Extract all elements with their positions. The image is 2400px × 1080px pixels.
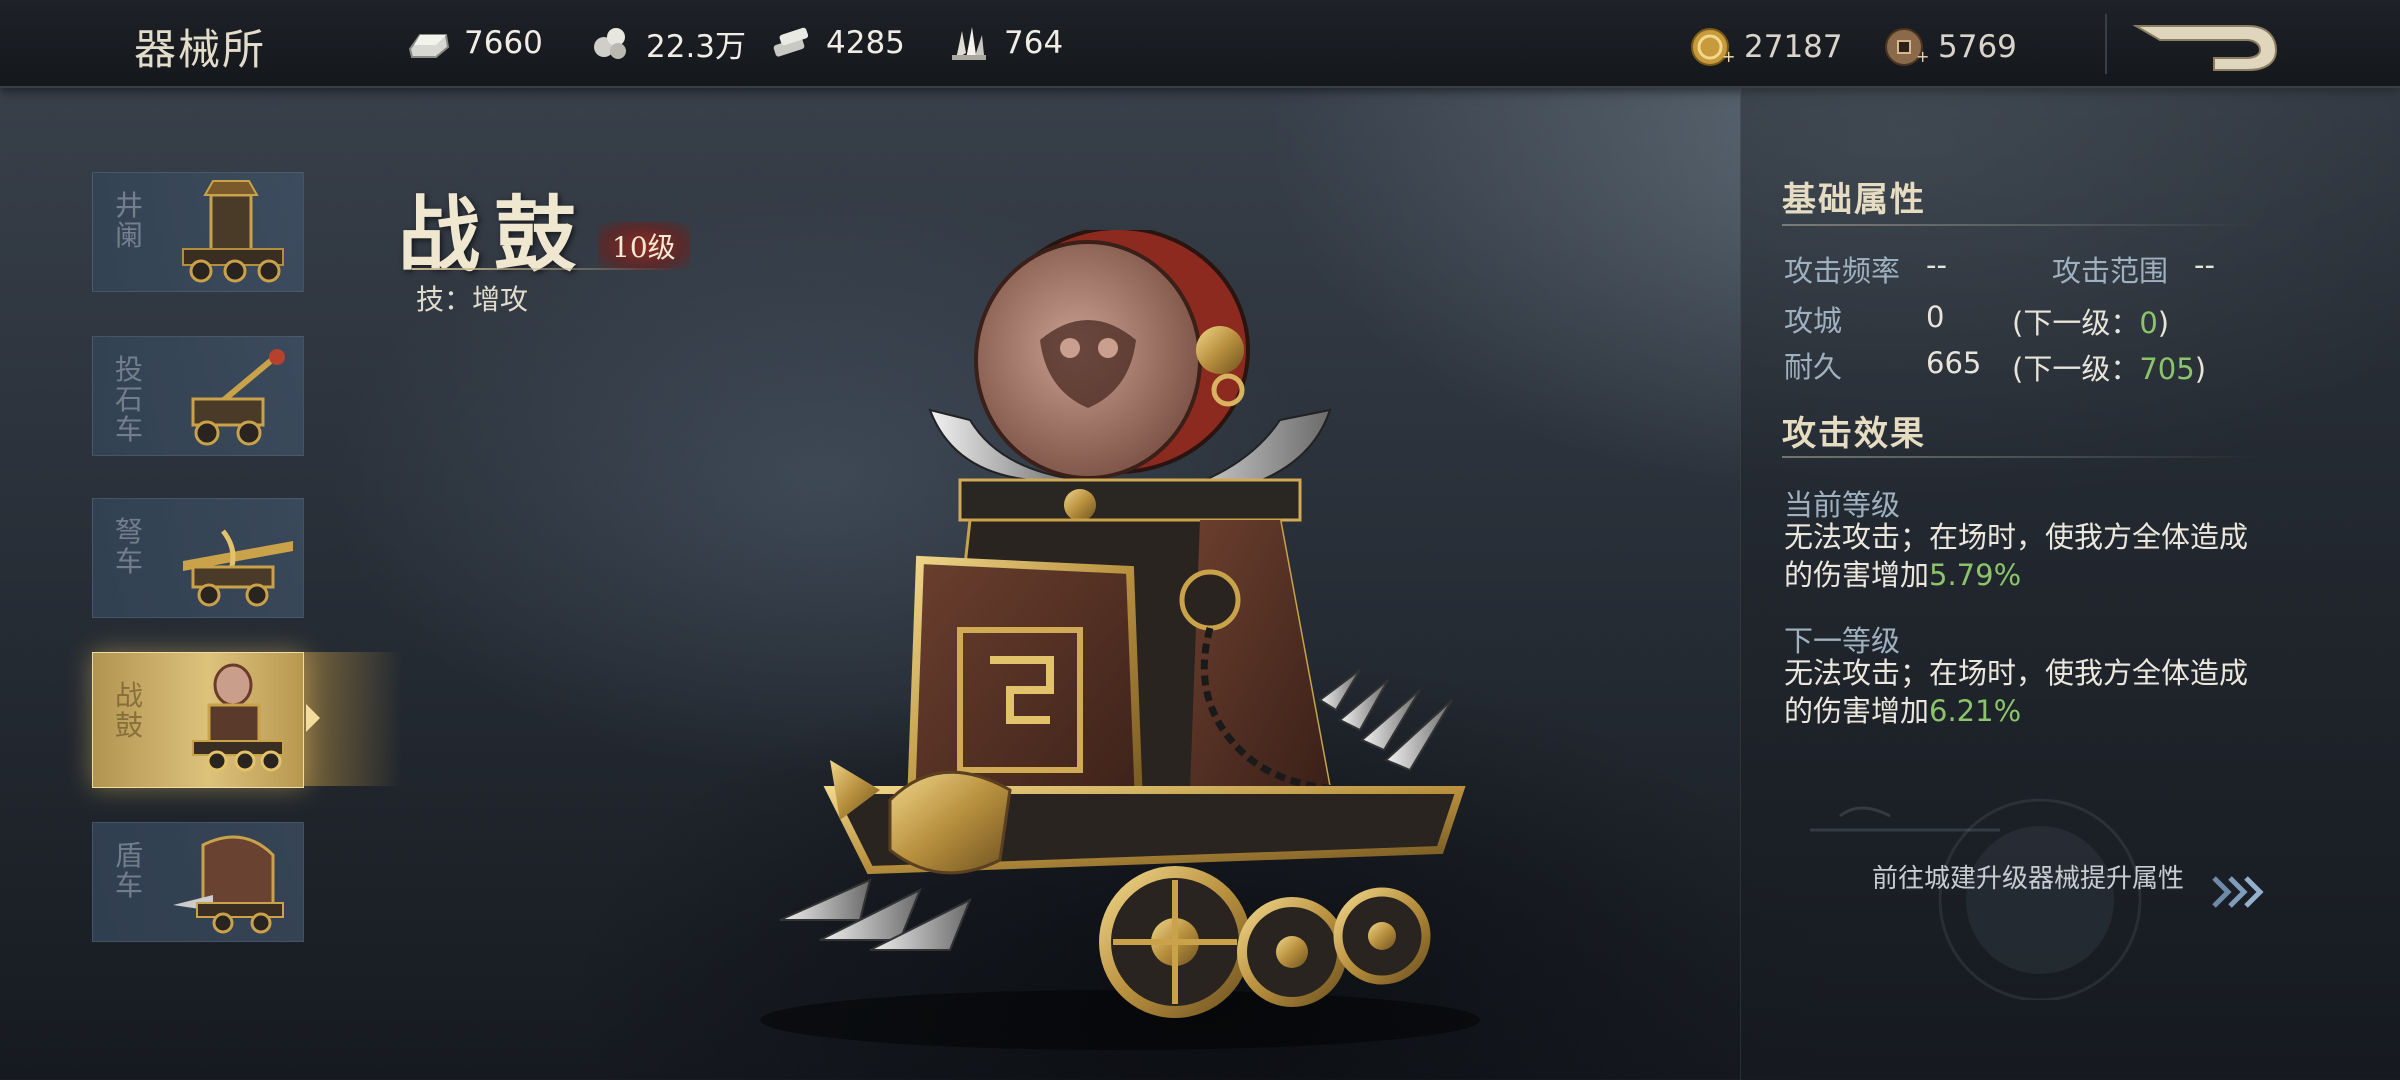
attack-rate-value: -- bbox=[1926, 248, 1947, 282]
weapon-item-shield-cart[interactable]: 盾车 bbox=[92, 822, 304, 942]
resource-silver: 7660 bbox=[406, 18, 543, 68]
weapon-item-label: 弩车 bbox=[115, 515, 144, 578]
durability-next-level: (下一级：705) bbox=[2012, 346, 2206, 388]
shield-cart-icon bbox=[173, 835, 284, 934]
weapon-item-war-drum[interactable]: 战鼓 bbox=[92, 652, 304, 788]
current-effect-line-1: 无法攻击；在场时，使我方全体造成 bbox=[1784, 520, 2249, 554]
goto-upgrade-link[interactable]: 前往城建升级器械提升属性 bbox=[1872, 858, 2184, 895]
attack-rate-label: 攻击频率 bbox=[1784, 254, 1901, 288]
currency-copper: + 5769 bbox=[1880, 22, 2017, 72]
war-drum-icon bbox=[192, 663, 284, 772]
active-indicator-arrow bbox=[306, 704, 320, 732]
next-level-suffix: ) bbox=[2157, 306, 2170, 340]
header-divider bbox=[2105, 14, 2107, 74]
next-effect-value: 6.21% bbox=[1929, 694, 2022, 728]
copper-coin-icon: + bbox=[1885, 28, 1929, 66]
silver-ingot-icon bbox=[408, 34, 450, 58]
attack-effect-title: 攻击效果 bbox=[1782, 414, 1926, 454]
war-drum-illustration bbox=[760, 230, 1480, 1050]
weapon-skill: 技：增攻 bbox=[416, 283, 529, 316]
next-effect-text: 的伤害增加 bbox=[1784, 694, 1930, 728]
name-divider bbox=[412, 268, 680, 270]
currency-copper-value: 5769 bbox=[1938, 29, 2017, 65]
basic-attributes-title: 基础属性 bbox=[1782, 180, 1926, 220]
next-level-effect: 无法攻击；在场时，使我方全体造成 的伤害增加6.21% bbox=[1784, 654, 2304, 730]
iron-icon bbox=[773, 27, 809, 57]
weapon-item-label: 井阑 bbox=[115, 189, 144, 252]
resource-stone-value: 22.3万 bbox=[646, 28, 747, 65]
attack-range-label: 攻击范围 bbox=[2052, 254, 2169, 288]
siege-tower-icon bbox=[182, 180, 284, 283]
durability-next-value: 705 bbox=[2139, 352, 2195, 386]
durability-label: 耐久 bbox=[1784, 350, 1843, 384]
resource-crystal-value: 764 bbox=[1004, 25, 1064, 61]
siege-next-level: (下一级：0) bbox=[2012, 300, 2169, 342]
next-level-prefix: (下一级： bbox=[2012, 306, 2140, 340]
page-title: 器械所 bbox=[134, 25, 267, 74]
weapon-item-label: 投石车 bbox=[115, 353, 144, 446]
chevron-right-icon[interactable] bbox=[2210, 874, 2266, 910]
attack-range-value: -- bbox=[2194, 248, 2215, 282]
gold-coin-icon: + bbox=[1691, 28, 1735, 66]
currency-gold-value: 27187 bbox=[1744, 29, 1843, 65]
weapon-item-label: 盾车 bbox=[115, 839, 144, 902]
resource-silver-value: 7660 bbox=[464, 25, 543, 61]
next-effect-line-2: 的伤害增加6.21% bbox=[1784, 692, 2304, 730]
weapon-item-label: 战鼓 bbox=[115, 679, 144, 742]
top-bar: 器械所 7660 22.3万 4285 764 + 27187 + 5769 bbox=[0, 0, 2400, 88]
level-badge: 10级 bbox=[598, 222, 690, 270]
next-level-prefix: (下一级： bbox=[2012, 352, 2140, 386]
currency-gold: + 27187 bbox=[1686, 22, 1843, 72]
section-divider bbox=[1782, 224, 2262, 226]
resource-stone: 22.3万 bbox=[588, 18, 746, 68]
weapon-item-siege-tower[interactable]: 井阑 bbox=[92, 172, 304, 292]
back-button[interactable] bbox=[2130, 18, 2280, 78]
siege-next-value: 0 bbox=[2139, 306, 2158, 340]
current-effect-line-2: 的伤害增加5.79% bbox=[1784, 556, 2304, 594]
ballista-icon bbox=[183, 529, 293, 607]
siege-label: 攻城 bbox=[1784, 304, 1843, 338]
svg-text:+: + bbox=[1916, 47, 1929, 66]
siege-value: 0 bbox=[1926, 300, 1945, 334]
resource-iron: 4285 bbox=[768, 18, 905, 68]
section-divider bbox=[1782, 456, 2262, 458]
next-effect-line-1: 无法攻击；在场时，使我方全体造成 bbox=[1784, 656, 2249, 690]
catapult-icon bbox=[191, 349, 285, 446]
resource-iron-value: 4285 bbox=[826, 25, 905, 61]
weapon-item-catapult[interactable]: 投石车 bbox=[92, 336, 304, 456]
crystal-icon bbox=[952, 27, 986, 60]
resource-crystal: 764 bbox=[946, 18, 1063, 68]
durability-value: 665 bbox=[1926, 346, 1982, 380]
current-effect-value: 5.79% bbox=[1929, 558, 2022, 592]
current-level-effect: 无法攻击；在场时，使我方全体造成 的伤害增加5.79% bbox=[1784, 518, 2304, 594]
next-level-suffix: ) bbox=[2194, 352, 2207, 386]
stone-icon bbox=[594, 28, 626, 59]
svg-text:+: + bbox=[1722, 47, 1735, 66]
current-effect-text: 的伤害增加 bbox=[1784, 558, 1930, 592]
weapon-item-ballista[interactable]: 弩车 bbox=[92, 498, 304, 618]
